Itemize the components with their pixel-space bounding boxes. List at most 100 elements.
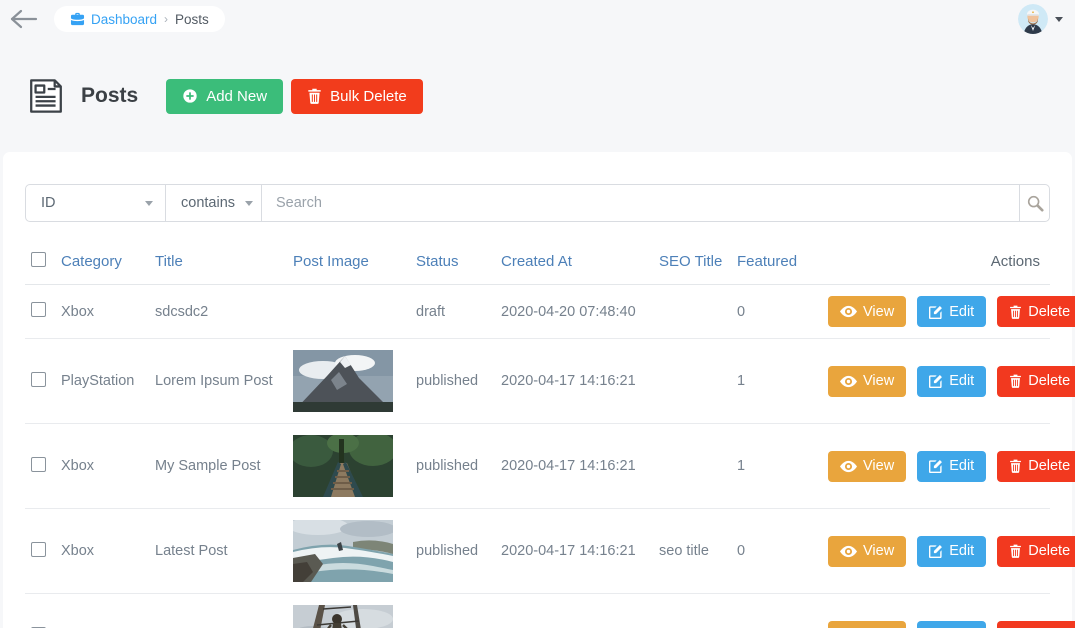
chevron-down-icon[interactable] xyxy=(1055,16,1063,22)
cell-category: PlayStation xyxy=(55,593,149,628)
edit-button[interactable]: Edit xyxy=(917,450,987,482)
cell-category: Xbox xyxy=(55,508,149,594)
edit-label: Edit xyxy=(949,303,975,320)
cell-seo-title xyxy=(653,593,731,628)
cell-post-image xyxy=(287,593,410,628)
cell-featured: 0 xyxy=(731,508,822,594)
cell-post-image xyxy=(287,284,410,339)
col-header-actions: Actions xyxy=(822,244,1050,285)
posts-icon xyxy=(30,79,62,113)
row-checkbox[interactable] xyxy=(31,541,46,557)
view-button[interactable]: View xyxy=(828,450,907,482)
edit-button[interactable]: Edit xyxy=(917,296,987,327)
chevron-down-icon xyxy=(145,200,153,206)
breadcrumb-dashboard-link[interactable]: Dashboard xyxy=(70,12,157,27)
col-header-status[interactable]: Status xyxy=(410,244,495,285)
cell-status: published xyxy=(410,423,495,509)
view-button[interactable]: View xyxy=(828,365,907,397)
avatar[interactable] xyxy=(1018,4,1048,34)
view-label: View xyxy=(863,303,895,320)
breadcrumb-current: Posts xyxy=(175,11,209,27)
edit-button[interactable]: Edit xyxy=(917,535,987,567)
cell-title: Yarr Post xyxy=(149,593,287,628)
filter-field-select[interactable]: ID xyxy=(26,185,166,221)
col-header-seo-title[interactable]: SEO Title xyxy=(653,244,731,285)
table-header-row: Category Title Post Image Status Created… xyxy=(25,244,1050,285)
col-header-category[interactable]: Category xyxy=(55,244,149,285)
cell-status: published xyxy=(410,338,495,424)
delete-button[interactable]: Delete xyxy=(997,535,1075,567)
topbar: Dashboard › Posts xyxy=(0,0,1075,34)
cell-created-at: 2020-04-17 14:16:21 xyxy=(495,593,653,628)
cell-featured: 1 xyxy=(731,338,822,424)
edit-label: Edit xyxy=(949,373,975,389)
col-header-featured[interactable]: Featured xyxy=(731,244,822,285)
filter-field-value: ID xyxy=(41,195,56,211)
plus-circle-icon xyxy=(183,89,197,103)
select-all-checkbox[interactable] xyxy=(31,252,46,267)
add-new-label: Add New xyxy=(206,87,268,105)
delete-button[interactable]: Delete xyxy=(997,620,1075,628)
cell-created-at: 2020-04-17 14:16:21 xyxy=(495,338,653,424)
cell-created-at: 2020-04-17 14:16:21 xyxy=(495,423,653,509)
eye-icon xyxy=(840,305,857,318)
view-button[interactable]: View xyxy=(828,535,907,567)
delete-label: Delete xyxy=(1028,458,1071,474)
back-arrow-icon[interactable] xyxy=(10,9,38,29)
page-header: Posts Add New Bulk Delete xyxy=(25,76,1075,116)
delete-button[interactable]: Delete xyxy=(997,365,1075,397)
col-header-title[interactable]: Title xyxy=(149,244,287,285)
post-image-forest-bridge xyxy=(293,435,393,497)
col-header-created-at[interactable]: Created At xyxy=(495,244,653,285)
col-header-post-image[interactable]: Post Image xyxy=(287,244,410,285)
edit-button[interactable]: Edit xyxy=(917,620,987,628)
cell-created-at: 2020-04-20 07:48:40 xyxy=(495,284,653,339)
trash-icon xyxy=(308,88,321,104)
bulk-delete-button[interactable]: Bulk Delete xyxy=(291,78,423,114)
view-button[interactable]: View xyxy=(828,620,907,628)
edit-label: Edit xyxy=(949,458,975,474)
table-row: Xbox Latest Post published 2020-04-17 14… xyxy=(25,508,1075,594)
posts-table: Category Title Post Image Status Created… xyxy=(25,244,1075,628)
edit-button[interactable]: Edit xyxy=(917,365,987,397)
edit-label: Edit xyxy=(949,543,975,559)
delete-button[interactable]: Delete xyxy=(997,296,1075,327)
breadcrumb-separator: › xyxy=(164,12,169,26)
user-menu[interactable] xyxy=(1018,4,1063,34)
cell-seo-title xyxy=(653,423,731,509)
filter-bar: ID contains xyxy=(25,184,1050,222)
page-title: Posts xyxy=(81,84,139,107)
briefcase-icon xyxy=(70,12,85,26)
cell-category: Xbox xyxy=(55,284,149,339)
table-row: PlayStation Yarr Post publi xyxy=(25,593,1075,628)
cell-title: Latest Post xyxy=(149,508,287,594)
cell-featured: 1 xyxy=(731,423,822,509)
breadcrumb-dashboard-label: Dashboard xyxy=(91,11,158,27)
post-image-sailor-mast xyxy=(293,605,393,628)
delete-button[interactable]: Delete xyxy=(997,450,1075,482)
view-button[interactable]: View xyxy=(828,296,907,327)
row-checkbox[interactable] xyxy=(31,371,46,387)
edit-icon xyxy=(929,545,943,558)
bulk-delete-label: Bulk Delete xyxy=(330,87,407,105)
cell-title: sdcsdc2 xyxy=(149,284,287,339)
cell-title: My Sample Post xyxy=(149,423,287,509)
post-image-waterfall xyxy=(293,520,393,582)
view-label: View xyxy=(863,373,895,389)
posts-card: ID contains Category Title Post Image xyxy=(3,152,1075,628)
cell-status: published xyxy=(410,593,495,628)
eye-icon xyxy=(840,375,857,387)
cell-status: published xyxy=(410,508,495,594)
row-checkbox[interactable] xyxy=(31,302,46,317)
search-input[interactable] xyxy=(262,185,1019,221)
search-button[interactable] xyxy=(1019,185,1049,221)
edit-icon xyxy=(929,305,943,319)
delete-label: Delete xyxy=(1028,303,1071,320)
filter-operator-select[interactable]: contains xyxy=(166,185,262,221)
row-checkbox[interactable] xyxy=(31,456,46,472)
eye-icon xyxy=(840,545,857,557)
add-new-button[interactable]: Add New xyxy=(166,78,284,114)
cell-post-image xyxy=(287,338,410,424)
cell-featured: 1 xyxy=(731,593,822,628)
chevron-down-icon xyxy=(245,200,254,206)
